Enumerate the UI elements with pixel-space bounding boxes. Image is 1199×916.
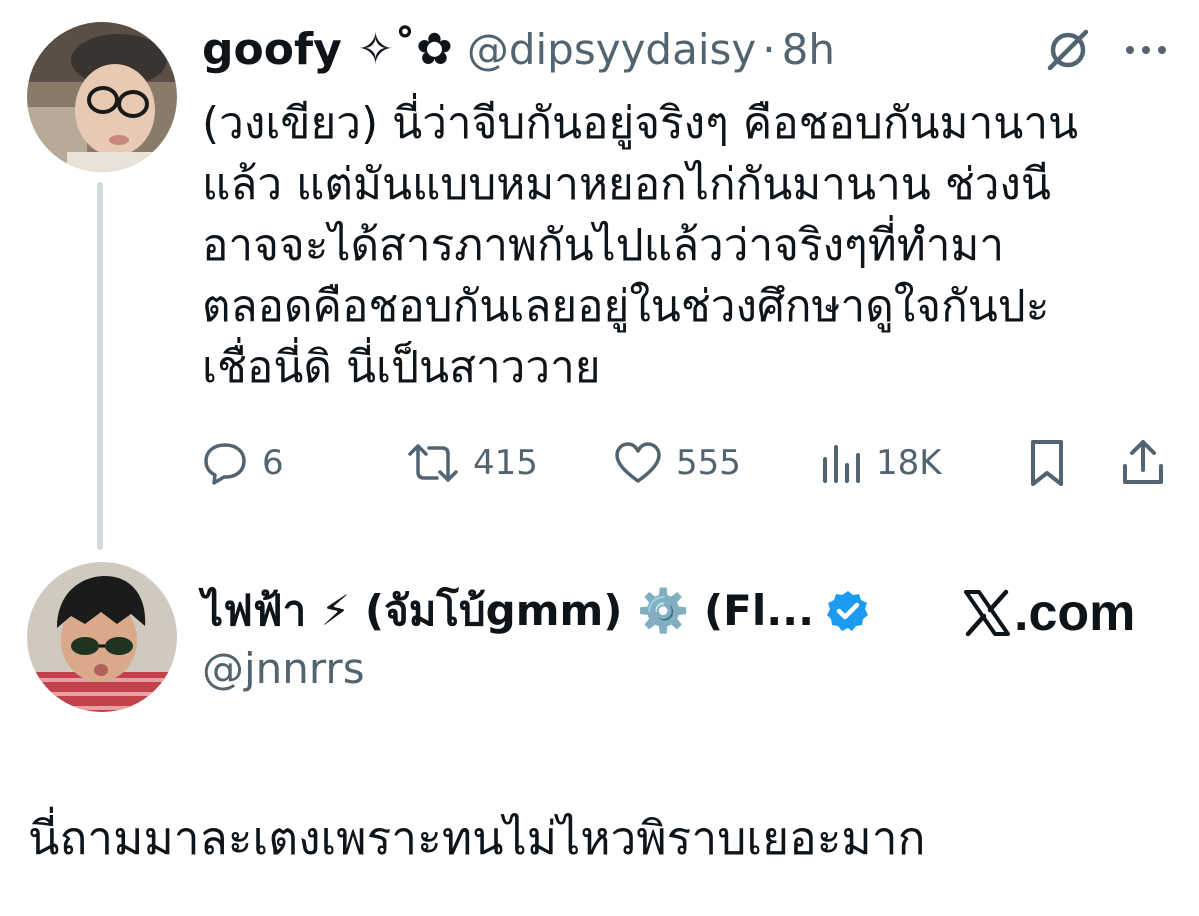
like-button[interactable]: 555 xyxy=(614,436,741,490)
header-separator: · xyxy=(762,24,776,74)
source-badge: .com xyxy=(962,582,1135,644)
quoted-user-name[interactable]: ไฟฟ้า ⚡ (จัมโบ้gmm) ⚙️ (Fl... xyxy=(202,578,814,644)
views-button[interactable]: 18K xyxy=(820,436,942,490)
author-handle[interactable]: @dipsyydaisy xyxy=(467,25,756,74)
quoted-user-avatar-image xyxy=(27,562,177,712)
quoted-user-header: ไฟฟ้า ⚡ (จัมโบ้gmm) ⚙️ (Fl... xyxy=(202,580,870,642)
author-avatar-image xyxy=(27,22,177,172)
verified-badge-icon xyxy=(827,591,869,631)
reply-button[interactable]: 6 xyxy=(202,436,284,490)
caption-text: นี่ถามมาละเตงเพราะทนไม่ไหวพิราบเยอะมาก xyxy=(28,811,926,865)
tweet-text-line: (วงเขียว) นี่ว่าจีบกันอยู่จริงๆ คือชอบกั… xyxy=(202,98,1079,149)
views-count: 18K xyxy=(876,443,942,483)
reply-count: 6 xyxy=(262,443,284,483)
source-domain: .com xyxy=(1014,584,1136,642)
tweet-text-line: อาจจะได้สารภาพกันไปแล้วว่าจริงๆที่ทำมา xyxy=(202,220,1005,271)
tweet-header: goofy ✧˚✿ @dipsyydaisy · 8h xyxy=(202,18,835,80)
heart-icon xyxy=(615,442,661,483)
reply-icon xyxy=(204,443,246,485)
tweet-text-line: เชื่อนี่ดิ นี่เป็นสาววาย xyxy=(202,342,601,393)
tweet-text-line: แล้ว แต่มันแบบหมาหยอกไก่กันมานาน ช่วงนี xyxy=(202,159,1051,210)
x-logo-icon xyxy=(964,589,1010,637)
author-avatar[interactable] xyxy=(27,22,177,172)
share-icon xyxy=(1123,440,1163,484)
analytics-icon xyxy=(823,445,860,483)
thread-connector-line xyxy=(97,182,103,550)
share-button[interactable] xyxy=(1120,436,1166,490)
more-options-icon[interactable] xyxy=(1124,44,1168,56)
grok-icon[interactable] xyxy=(1044,26,1092,74)
bookmark-icon xyxy=(1031,440,1063,486)
author-name[interactable]: goofy ✧˚✿ xyxy=(202,24,453,75)
tweet-timestamp[interactable]: 8h xyxy=(782,25,835,74)
quoted-user-handle[interactable]: @jnnrrs xyxy=(202,644,365,693)
like-count: 555 xyxy=(676,443,741,483)
repost-button[interactable]: 415 xyxy=(407,436,538,490)
bookmark-button[interactable] xyxy=(1028,436,1066,490)
tweet-action-bar: 6 415 555 18K xyxy=(202,436,1172,490)
repost-count: 415 xyxy=(473,443,538,483)
quoted-user-avatar[interactable] xyxy=(27,562,177,712)
tweet-text-line: ตลอดคือชอบกันเลยอยู่ในช่วงศึกษาดูใจกันปะ xyxy=(202,281,1050,332)
tweet-text: (วงเขียว) นี่ว่าจีบกันอยู่จริงๆ คือชอบกั… xyxy=(202,93,1162,398)
repost-icon xyxy=(408,444,458,482)
